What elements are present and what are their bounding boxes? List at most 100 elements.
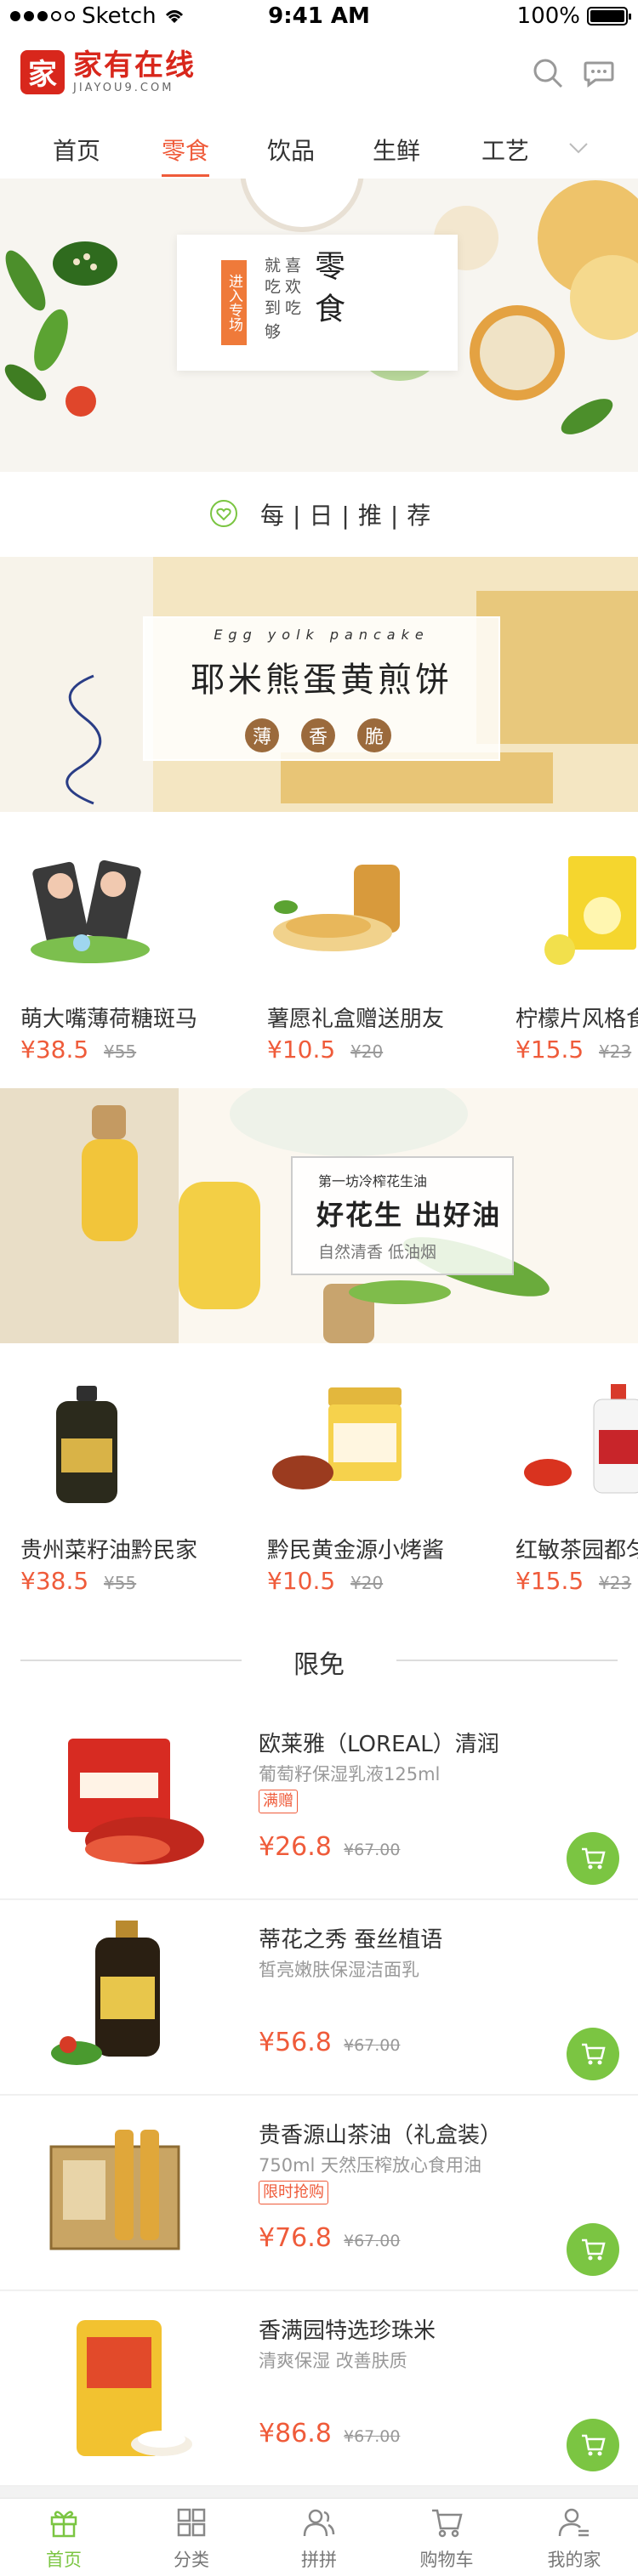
cart-icon: [582, 2434, 606, 2456]
product-card[interactable]: 萌大嘴薄荷糖斑马 ¥38.5 ¥55: [0, 812, 242, 1088]
product-card[interactable]: 红敏茶园都匀 ¥15.5 ¥23: [495, 1343, 638, 1620]
waffle-tag: 薄: [245, 718, 279, 752]
tab-fresh[interactable]: 生鲜: [373, 133, 420, 167]
product-image: [524, 1384, 638, 1494]
limited-title: 限免: [293, 1650, 345, 1680]
tabbar-label: 首页: [46, 2550, 82, 2570]
tab-crafts[interactable]: 工艺: [481, 133, 529, 167]
product-row: 贵州菜籽油黔民家 ¥38.5 ¥55 黔民黄金源小烤酱 ¥10.5 ¥20 红敏…: [0, 1343, 638, 1620]
add-to-cart-button[interactable]: [567, 2419, 619, 2471]
product-price: ¥15.5: [516, 1036, 584, 1064]
bottom-tab-bar: 首页 分类 拼拼 购物车 我的家: [0, 2498, 638, 2576]
deal-item[interactable]: 贵香源山茶油（礼盒装） 750ml 天然压榨放心食用油 限时抢购 ¥76.8 ¥…: [0, 2096, 638, 2291]
deal-name: 贵香源山茶油（礼盒装）: [259, 2123, 503, 2148]
divider: [396, 1660, 618, 1661]
tabbar-label: 购物车: [419, 2550, 474, 2570]
product-price: ¥10.5: [267, 1036, 336, 1064]
deal-desc: 清爽保湿 改善肤质: [259, 2351, 407, 2371]
tabbar-group-buy[interactable]: 拼拼: [255, 2499, 383, 2576]
product-name: 柠檬片风格食品: [516, 1007, 638, 1032]
waffle-tags: 薄 香 脆: [245, 718, 391, 752]
deal-item[interactable]: 蒂花之秀 蚕丝植语 皙亮嫩肤保湿洁面乳 ¥56.8 ¥67.00: [0, 1900, 638, 2096]
tabbar-cart[interactable]: 购物车: [383, 2499, 510, 2576]
logo-cn: 家有在线: [73, 48, 196, 82]
battery-status: 100%: [517, 3, 631, 29]
deal-badge: 限时抢购: [259, 2181, 328, 2204]
product-old-price: ¥23: [599, 1573, 632, 1593]
tabbar-label: 我的家: [547, 2550, 601, 2570]
cart-icon: [582, 1847, 606, 1870]
waffle-tag: 香: [301, 718, 335, 752]
battery-icon: [587, 7, 631, 26]
product-old-price: ¥55: [104, 1573, 137, 1593]
product-name: 贵州菜籽油黔民家: [20, 1538, 198, 1563]
tab-drinks[interactable]: 饮品: [267, 133, 315, 167]
deal-desc: 葡萄籽保湿乳液125ml: [259, 1764, 441, 1784]
logo-mark: 家: [20, 49, 65, 94]
deal-price: ¥56.8: [259, 2028, 332, 2057]
waffle-cn-title: 耶米熊蛋黄煎饼: [191, 661, 453, 700]
gift-icon: [50, 2511, 77, 2538]
daily-title: 每|日|推|荐: [260, 502, 440, 530]
profile-icon: [558, 2508, 589, 2537]
product-price: ¥10.5: [267, 1567, 336, 1595]
product-card[interactable]: 薯愿礼盒赠送朋友 ¥10.5 ¥20: [247, 812, 489, 1088]
product-image: [544, 856, 636, 965]
tab-snacks[interactable]: 零食: [162, 133, 210, 177]
waffle-card: Egg yolk pancake 耶米熊蛋黄煎饼 薄 香 脆: [143, 616, 500, 761]
tab-home[interactable]: 首页: [53, 133, 100, 167]
deal-item[interactable]: 香满园特选珍珠米 清爽保湿 改善肤质 ¥86.8 ¥67.00: [0, 2291, 638, 2487]
deal-image: [49, 2130, 180, 2250]
grid-icon: [177, 2508, 206, 2537]
add-to-cart-button[interactable]: [567, 2028, 619, 2080]
tabbar-home[interactable]: 首页: [0, 2499, 128, 2576]
add-to-cart-button[interactable]: [567, 2223, 619, 2276]
product-old-price: ¥23: [599, 1041, 632, 1062]
daily-recommend-header: 每|日|推|荐: [0, 472, 638, 557]
search-icon[interactable]: [531, 56, 565, 90]
deal-name: 蒂花之秀 蚕丝植语: [259, 1927, 443, 1953]
deal-name: 欧莱雅（LOREAL）清润: [259, 1732, 499, 1757]
tabbar-profile[interactable]: 我的家: [510, 2499, 638, 2576]
product-card[interactable]: 柠檬片风格食品 ¥15.5 ¥23: [495, 812, 638, 1088]
category-tabs: 首页 零食 饮品 生鲜 工艺: [0, 128, 638, 179]
logo-text: 家有在线 JIAYOU9.COM: [73, 49, 196, 94]
oil-banner[interactable]: 第一坊冷榨花生油 好花生 出好油 自然清香 低油烟: [0, 1088, 638, 1343]
product-name: 黔民黄金源小烤酱: [267, 1538, 445, 1563]
product-image: [272, 1387, 402, 1489]
hero-text-1: 就吃到: [262, 257, 281, 321]
deal-item[interactable]: 欧莱雅（LOREAL）清润 葡萄籽保湿乳液125ml 满赠 ¥26.8 ¥67.…: [0, 1705, 638, 1900]
product-card[interactable]: 黔民黄金源小烤酱 ¥10.5 ¥20: [247, 1343, 489, 1620]
deal-desc: 750ml 天然压榨放心食用油: [259, 2155, 482, 2176]
product-name: 红敏茶园都匀: [516, 1538, 638, 1563]
hero-banner[interactable]: 进入专场 就吃到 喜欢吃 够 零食: [0, 179, 638, 472]
oil-title: 好花生 出好油: [316, 1199, 502, 1231]
oil-small: 第一坊冷榨花生油: [318, 1173, 428, 1189]
waffle-tag: 脆: [357, 718, 391, 752]
product-old-price: ¥55: [104, 1041, 137, 1062]
tabbar-category[interactable]: 分类: [128, 2499, 255, 2576]
product-card[interactable]: 贵州菜籽油黔民家 ¥38.5 ¥55: [0, 1343, 242, 1620]
deal-old-price: ¥67.00: [344, 1841, 401, 1859]
cart-icon: [582, 2043, 606, 2065]
deal-badge: 满赠: [259, 1790, 298, 1813]
hero-text-3: 够: [262, 323, 281, 344]
status-bar: Sketch 9:41 AM 100%: [0, 0, 638, 34]
oil-subtitle: 自然清香 低油烟: [318, 1243, 437, 1262]
deal-price: ¥86.8: [259, 2419, 332, 2448]
chat-icon[interactable]: [582, 56, 616, 90]
app-header: 家 家有在线 JIAYOU9.COM: [0, 34, 638, 128]
hero-text-2: 喜欢吃: [282, 257, 301, 321]
product-price: ¥38.5: [20, 1567, 89, 1595]
heart-icon: [210, 500, 237, 527]
tabbar-label: 分类: [174, 2550, 209, 2570]
product-name: 萌大嘴薄荷糖斑马: [20, 1007, 198, 1032]
chevron-down-icon[interactable]: [567, 136, 590, 160]
waffle-banner[interactable]: Egg yolk pancake 耶米熊蛋黄煎饼 薄 香 脆: [0, 557, 638, 812]
hero-card: 进入专场 就吃到 喜欢吃 够 零食: [177, 235, 458, 371]
product-image: [56, 1386, 117, 1503]
logo[interactable]: 家 家有在线 JIAYOU9.COM: [20, 49, 196, 94]
add-to-cart-button[interactable]: [567, 1832, 619, 1885]
product-image: [273, 865, 400, 951]
product-price: ¥38.5: [20, 1036, 89, 1064]
